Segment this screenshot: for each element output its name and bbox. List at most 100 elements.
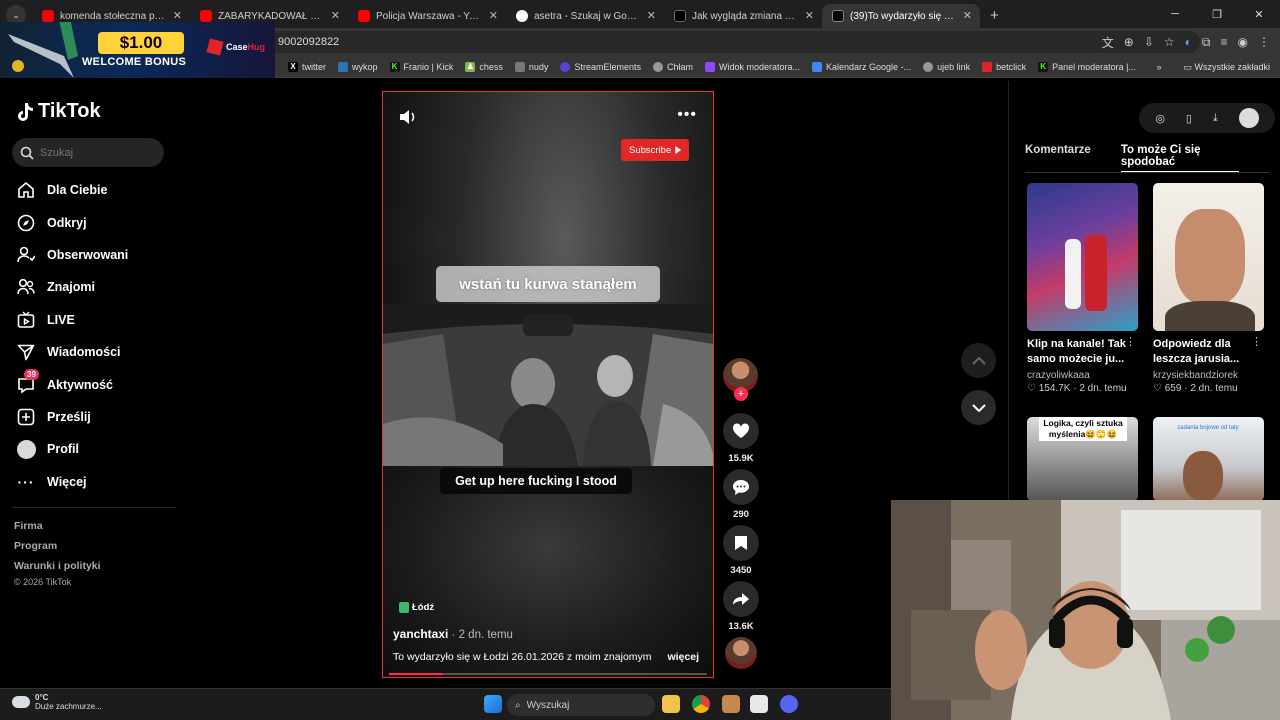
bookmark[interactable]: ujeb link — [923, 61, 970, 72]
discord-icon[interactable] — [780, 695, 798, 713]
reading-list-icon[interactable]: ≡ — [1221, 35, 1228, 49]
chevron-right-icon[interactable]: » — [1156, 62, 1161, 72]
bookmark[interactable]: Chłam — [652, 61, 693, 72]
minimize-icon[interactable]: ─ — [1154, 8, 1196, 20]
windows-start-icon[interactable] — [484, 695, 502, 713]
share-button[interactable] — [723, 581, 759, 617]
new-tab-icon[interactable]: + — [990, 7, 999, 24]
app-icon[interactable] — [722, 695, 740, 713]
star-icon[interactable]: ☆ — [1164, 35, 1175, 49]
bookmark[interactable]: StreamElements — [560, 61, 641, 72]
more-button[interactable]: więcej — [667, 651, 699, 663]
close-icon[interactable]: ✕ — [173, 9, 182, 22]
card-menu-icon[interactable]: ⋮ — [1251, 335, 1262, 348]
device-icon[interactable]: ▯ — [1186, 112, 1192, 125]
browser-tab[interactable]: Jak wygląda zmiana worka stom ✕ — [664, 4, 822, 28]
footer-link-terms[interactable]: Warunki i polityki — [14, 560, 101, 572]
author-avatar[interactable]: + — [723, 358, 758, 401]
like-button[interactable] — [723, 413, 759, 449]
music-disc-avatar[interactable] — [725, 637, 757, 669]
tab-comments[interactable]: Komentarze — [1025, 141, 1091, 167]
casehug-ad-banner[interactable]: $1.00 WELCOME BONUS Case Hug — [0, 22, 275, 78]
zoom-icon[interactable]: ⊕ — [1124, 35, 1134, 49]
more-icon: ··· — [17, 473, 35, 490]
previous-video-button[interactable] — [961, 343, 996, 378]
address-bar[interactable]: 9002092822 — [200, 31, 1200, 53]
search-icon: ⌕ — [515, 699, 521, 711]
puzzle-icon[interactable]: ⧉ — [1202, 35, 1211, 50]
extension-icon[interactable]: ◐ — [1185, 35, 1192, 49]
video-author[interactable]: yanchtaxi · 2 dn. temu — [393, 627, 513, 641]
browser-tab[interactable]: Policja Warszawa - YouTube ✕ — [348, 4, 506, 28]
bookmark[interactable]: K Franio | Kick — [389, 61, 453, 72]
close-icon[interactable]: ✕ — [963, 9, 972, 22]
bookmark[interactable]: Widok moderatora... — [704, 61, 800, 72]
bookmark[interactable]: betclick — [982, 61, 1026, 72]
nav-label: Znajomi — [47, 280, 95, 295]
bookmark[interactable]: Kalendarz Google -... — [812, 61, 912, 72]
translate-icon[interactable]: 文 — [1102, 34, 1114, 51]
restore-icon[interactable]: ❐ — [1196, 8, 1238, 21]
close-icon[interactable]: ✕ — [647, 9, 656, 22]
nav-item-przeslij[interactable]: Prześlij — [16, 401, 176, 433]
close-icon[interactable]: ✕ — [805, 9, 814, 22]
profile-avatar-icon[interactable]: ◉ — [1238, 35, 1248, 49]
author-name[interactable]: yanchtaxi — [393, 627, 448, 641]
file-explorer-icon[interactable] — [662, 695, 680, 713]
install-icon[interactable]: ⇩ — [1144, 35, 1154, 49]
coin-icon[interactable]: ◎ — [1155, 112, 1165, 125]
comment-button[interactable] — [723, 469, 759, 505]
menu-icon[interactable]: ⋮ — [1258, 35, 1270, 49]
nav-item-live[interactable]: LIVE — [16, 304, 176, 336]
more-options-icon[interactable]: ••• — [677, 106, 697, 124]
bookmark-label: Kalendarz Google -... — [826, 61, 912, 72]
nav-item-obserwowani[interactable]: Obserwowani — [16, 239, 176, 271]
nav-item-profil[interactable]: Profil — [16, 433, 176, 465]
bookmark[interactable]: Xtwitter — [288, 61, 326, 72]
next-video-button[interactable] — [961, 390, 996, 425]
close-window-icon[interactable]: ✕ — [1238, 8, 1280, 21]
nav-item-wiecej[interactable]: ··· Więcej — [16, 466, 176, 498]
all-bookmarks[interactable]: ▭ Wszystkie zakładki — [1183, 62, 1270, 73]
tab-recommended[interactable]: To może Ci się spodobać — [1120, 141, 1240, 173]
tiktok-logo[interactable]: TikTok — [16, 100, 101, 123]
close-icon[interactable]: ✕ — [331, 9, 340, 22]
streamelements-icon — [560, 61, 571, 72]
user-avatar[interactable] — [1238, 108, 1259, 128]
footer-link-program[interactable]: Program — [14, 540, 101, 552]
search-box[interactable] — [12, 138, 164, 167]
nav-item-znajomi[interactable]: Znajomi — [16, 271, 176, 303]
taskbar-search[interactable]: ⌕ Wyszukaj — [507, 694, 655, 716]
video-progress-bar[interactable] — [389, 673, 707, 675]
browser-tab[interactable]: asetra - Szukaj w Google ✕ — [506, 4, 664, 28]
paint-icon[interactable] — [750, 695, 768, 713]
follow-plus-icon[interactable]: + — [734, 387, 748, 401]
subscribe-button[interactable]: Subscribe — [621, 139, 690, 161]
volume-icon[interactable] — [399, 109, 417, 125]
browser-tab-active[interactable]: (39)To wydarzyło się w Łodzi 26 ✕ — [822, 4, 980, 28]
card-menu-icon[interactable]: ⋮ — [1125, 335, 1136, 348]
download-icon[interactable]: ⤓ — [1213, 112, 1218, 125]
location-tag[interactable]: Łódź — [399, 602, 434, 613]
bookmark[interactable]: ♟ chess — [465, 61, 503, 72]
recommended-card[interactable]: Logika, czyli sztuka myślenia😆🙄😆 — [1027, 417, 1138, 501]
chrome-icon[interactable] — [692, 695, 710, 713]
bookmark[interactable]: nudy — [514, 61, 548, 72]
search-input[interactable] — [40, 146, 150, 159]
bookmark[interactable]: K Panel moderatora |... — [1038, 61, 1136, 72]
recommended-card[interactable]: Klip na kanale! Tak samo możecie ju... c… — [1027, 183, 1138, 394]
close-icon[interactable]: ✕ — [489, 9, 498, 22]
bonus-amount: $1.00 — [98, 32, 184, 54]
youtube-icon — [42, 10, 54, 22]
footer-link-firma[interactable]: Firma — [14, 520, 101, 532]
recommended-card[interactable]: Odpowiedz dla leszcza jarusia... krzysie… — [1153, 183, 1264, 394]
nav-item-dla-ciebie[interactable]: Dla Ciebie — [16, 174, 176, 206]
nav-item-aktywnosc[interactable]: 39 Aktywność — [16, 368, 176, 400]
recommended-card[interactable]: zadania bojowe od taty — [1153, 417, 1264, 501]
video-player[interactable]: ••• Subscribe wstań tu kurwa stanąłem Ge… — [382, 91, 714, 678]
weather-widget[interactable]: 0°C Duże zachmurze... — [12, 693, 102, 711]
bookmark[interactable]: wykop — [338, 61, 378, 72]
nav-item-odkryj[interactable]: Odkryj — [16, 206, 176, 238]
save-button[interactable] — [723, 525, 759, 561]
nav-item-wiadomosci[interactable]: Wiadomości — [16, 336, 176, 368]
